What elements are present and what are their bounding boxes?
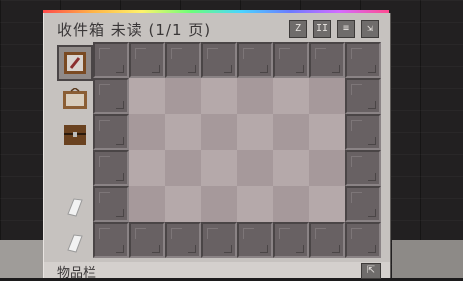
inventory-slot[interactable]	[309, 42, 345, 78]
item-frame-icon	[63, 88, 87, 109]
empty-tile	[273, 186, 309, 222]
empty-tile	[129, 78, 165, 114]
empty-tile	[165, 114, 201, 150]
chest-icon	[64, 125, 86, 145]
empty-tile	[237, 114, 273, 150]
empty-tile	[165, 78, 201, 114]
empty-tile	[201, 114, 237, 150]
inventory-slot[interactable]	[93, 42, 129, 78]
sidebar-item-paper[interactable]	[57, 189, 93, 225]
inventory-slot[interactable]	[345, 42, 381, 78]
inbox-grid	[93, 42, 381, 258]
inventory-slot[interactable]	[345, 114, 381, 150]
painting-icon	[64, 52, 86, 74]
expand-button[interactable]: ⇱	[361, 263, 381, 279]
empty-tile	[201, 78, 237, 114]
inventory-label: 物品栏	[57, 266, 97, 281]
empty-tile	[237, 186, 273, 222]
empty-tile	[309, 186, 345, 222]
empty-tile	[273, 114, 309, 150]
inventory-slot[interactable]	[165, 222, 201, 258]
empty-tile	[165, 186, 201, 222]
inventory-slot[interactable]	[237, 222, 273, 258]
inventory-slot[interactable]	[201, 222, 237, 258]
world-stone-block	[0, 240, 44, 278]
empty-tile	[309, 114, 345, 150]
empty-tile	[201, 186, 237, 222]
inventory-slot[interactable]	[93, 78, 129, 114]
world-stone-block	[392, 240, 463, 278]
expand-icon: ⇱	[366, 265, 376, 276]
empty-tile	[201, 150, 237, 186]
empty-tile	[165, 150, 201, 186]
sort-button[interactable]: Z	[289, 20, 307, 38]
columns-button[interactable]: II	[313, 20, 331, 38]
paper-icon	[67, 198, 83, 217]
inventory-slot[interactable]	[237, 42, 273, 78]
sidebar-slots	[57, 45, 93, 261]
inventory-slot[interactable]	[273, 42, 309, 78]
inventory-slot[interactable]	[201, 42, 237, 78]
inventory-slot[interactable]	[93, 186, 129, 222]
inventory-slot[interactable]	[129, 42, 165, 78]
empty-tile	[273, 150, 309, 186]
inventory-slot[interactable]	[345, 150, 381, 186]
sidebar-item-chest[interactable]	[57, 117, 93, 153]
inventory-slot[interactable]	[345, 78, 381, 114]
empty-tile	[273, 78, 309, 114]
empty-tile	[129, 186, 165, 222]
inventory-slot[interactable]	[273, 222, 309, 258]
collapse-button[interactable]: ⇲	[361, 20, 379, 38]
inventory-slot[interactable]	[309, 222, 345, 258]
empty-tile	[237, 78, 273, 114]
collapse-icon: ⇲	[366, 23, 374, 34]
empty-tile	[129, 150, 165, 186]
columns-icon: II	[315, 23, 329, 34]
inventory-slot[interactable]	[345, 222, 381, 258]
list-button[interactable]: ≡	[337, 20, 355, 38]
empty-tile	[309, 78, 345, 114]
empty-tile	[237, 150, 273, 186]
inventory-slot[interactable]	[93, 114, 129, 150]
sidebar-item-empty[interactable]	[57, 153, 93, 189]
sidebar-item-painting[interactable]	[57, 45, 93, 81]
inventory-slot[interactable]	[129, 222, 165, 258]
inventory-slot[interactable]	[93, 150, 129, 186]
list-icon: ≡	[342, 23, 350, 34]
empty-tile	[129, 114, 165, 150]
inventory-slot[interactable]	[345, 186, 381, 222]
empty-tile	[309, 150, 345, 186]
sort-icon: Z	[294, 23, 302, 34]
inventory-slot[interactable]	[165, 42, 201, 78]
paper-icon	[67, 234, 83, 253]
sidebar-item-paper[interactable]	[57, 225, 93, 261]
sidebar-item-frame[interactable]	[57, 81, 93, 117]
inventory-slot[interactable]	[93, 222, 129, 258]
inbox-window: 收件箱 未读 (1/1 页) Z II ≡ ⇲ 物品栏 ⇱	[43, 13, 391, 281]
window-title: 收件箱 未读 (1/1 页)	[57, 21, 212, 39]
